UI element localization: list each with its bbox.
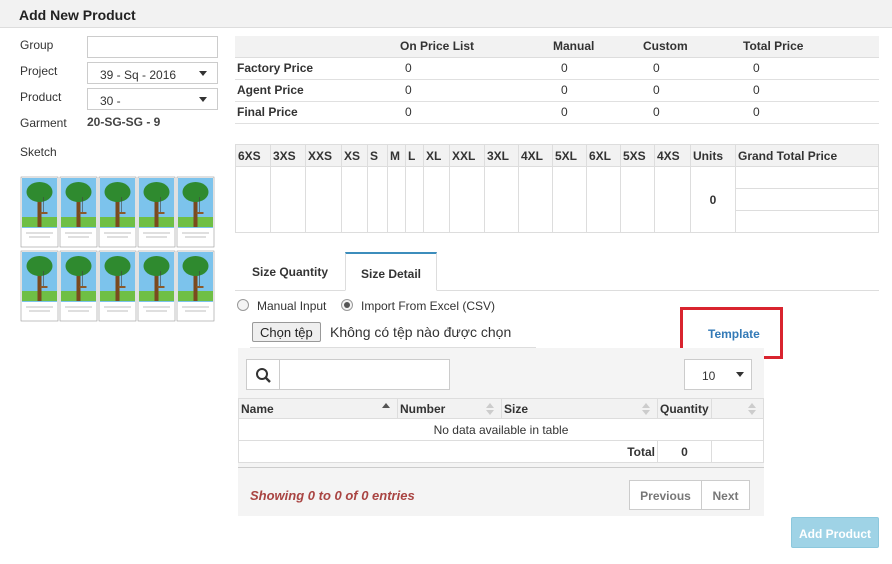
column-header-size[interactable]: Size xyxy=(501,398,658,419)
no-file-text: Không có tệp nào được chọn xyxy=(330,324,512,340)
column-header-quantity[interactable]: Quantity xyxy=(657,398,712,419)
size-header: S xyxy=(367,144,388,167)
manual-input-radio[interactable] xyxy=(237,299,249,311)
sketch-label: Sketch xyxy=(20,145,57,159)
cell-value: 0 xyxy=(545,57,635,80)
size-table: 6XS 3XS XXS XS S M L XL XXL 3XL 4XL 5XL … xyxy=(235,144,879,233)
price-header-total: Total Price xyxy=(735,36,879,58)
cell-value: 0 xyxy=(735,79,879,102)
entries-info: Showing 0 to 0 of 0 entries xyxy=(250,488,415,503)
cell-value: 0 xyxy=(635,79,735,102)
row-label: Factory Price xyxy=(235,57,385,80)
group-input[interactable] xyxy=(87,36,218,58)
cell-value: 0 xyxy=(545,101,635,124)
total-label: Total xyxy=(238,440,658,463)
size-header: XXS xyxy=(305,144,342,167)
size-header: 3XL xyxy=(484,144,519,167)
tab-size-quantity[interactable]: Size Quantity xyxy=(240,252,340,291)
product-select-value: 30 - xyxy=(100,94,121,108)
manual-input-label: Manual Input xyxy=(257,299,327,313)
garment-label: Garment xyxy=(20,116,67,130)
size-header: Grand Total Price xyxy=(735,144,879,167)
modal-title: Add New Product xyxy=(19,7,136,23)
size-header: 4XS xyxy=(654,144,691,167)
product-label: Product xyxy=(20,90,62,104)
search-addon xyxy=(246,359,279,390)
units-value: 0 xyxy=(690,166,736,233)
table-row: Final Price 0 0 0 0 xyxy=(235,101,879,124)
group-label: Group xyxy=(20,38,54,52)
table-row: Factory Price 0 0 0 0 xyxy=(235,57,879,80)
import-excel-label: Import From Excel (CSV) xyxy=(361,299,496,313)
cell-value: 0 xyxy=(385,57,545,80)
template-link[interactable]: Template xyxy=(708,327,760,341)
add-product-button[interactable]: Add Product xyxy=(791,517,879,548)
sort-icon xyxy=(641,403,651,415)
size-header: XXL xyxy=(449,144,485,167)
row-label: Agent Price xyxy=(235,79,385,102)
page-length-value: 10 xyxy=(702,369,716,383)
row-label: Final Price xyxy=(235,101,385,124)
import-excel-radio[interactable] xyxy=(341,299,353,311)
sort-icon xyxy=(747,403,757,415)
size-header: 6XS xyxy=(235,144,271,167)
project-label: Project xyxy=(20,64,58,78)
size-header: XL xyxy=(423,144,450,167)
chevron-down-icon xyxy=(199,97,207,102)
cell-value: 0 xyxy=(735,101,879,124)
previous-button[interactable]: Previous xyxy=(629,480,702,510)
size-header: XS xyxy=(341,144,368,167)
product-select[interactable]: 30 - xyxy=(87,88,218,110)
size-header: 5XS xyxy=(620,144,655,167)
price-header-custom: Custom xyxy=(635,36,735,58)
size-header: 3XS xyxy=(270,144,306,167)
price-header-manual: Manual xyxy=(545,36,635,58)
price-header-blank xyxy=(235,36,385,58)
size-header: 4XL xyxy=(518,144,553,167)
cell-value: 0 xyxy=(735,57,879,80)
table-row: Total 0 xyxy=(238,440,764,463)
sort-icon xyxy=(485,403,495,415)
choose-file-button[interactable]: Chọn tệp xyxy=(252,322,321,342)
cell-value: 0 xyxy=(635,57,735,80)
table-row: Agent Price 0 0 0 0 xyxy=(235,79,879,102)
cell-value: 0 xyxy=(385,101,545,124)
empty-table-text: No data available in table xyxy=(238,418,764,441)
cell-value: 0 xyxy=(545,79,635,102)
size-header: 6XL xyxy=(586,144,621,167)
data-table: Name Number Size Quantity No data availa… xyxy=(238,398,764,463)
project-select-value: 39 - Sq - 2016 xyxy=(100,68,177,82)
table-row: No data available in table xyxy=(238,418,764,441)
project-select[interactable]: 39 - Sq - 2016 xyxy=(87,62,218,84)
next-button[interactable]: Next xyxy=(701,480,750,510)
page-length-select[interactable]: 10 xyxy=(684,359,752,390)
size-header: M xyxy=(387,144,406,167)
chevron-down-icon xyxy=(199,71,207,76)
search-icon xyxy=(256,368,271,383)
tab-size-detail[interactable]: Size Detail xyxy=(345,252,437,291)
column-header-name[interactable]: Name xyxy=(238,398,398,419)
modal-header: Add New Product xyxy=(0,0,892,28)
price-header-on-price-list: On Price List xyxy=(385,36,545,58)
table-bottom-border xyxy=(238,467,764,468)
search-input[interactable] xyxy=(279,359,450,390)
sketch-image xyxy=(20,176,218,324)
column-header-actions[interactable] xyxy=(711,398,764,419)
size-header: Units xyxy=(690,144,736,167)
cell-value: 0 xyxy=(635,101,735,124)
chevron-down-icon xyxy=(736,372,744,377)
price-table: On Price List Manual Custom Total Price … xyxy=(235,36,879,124)
sort-asc-icon xyxy=(381,403,391,415)
column-header-number[interactable]: Number xyxy=(397,398,502,419)
garment-value: 20-SG-SG - 9 xyxy=(87,115,161,129)
cell-value: 0 xyxy=(385,79,545,102)
size-header: 5XL xyxy=(552,144,587,167)
total-value: 0 xyxy=(657,440,712,463)
size-header: L xyxy=(405,144,424,167)
